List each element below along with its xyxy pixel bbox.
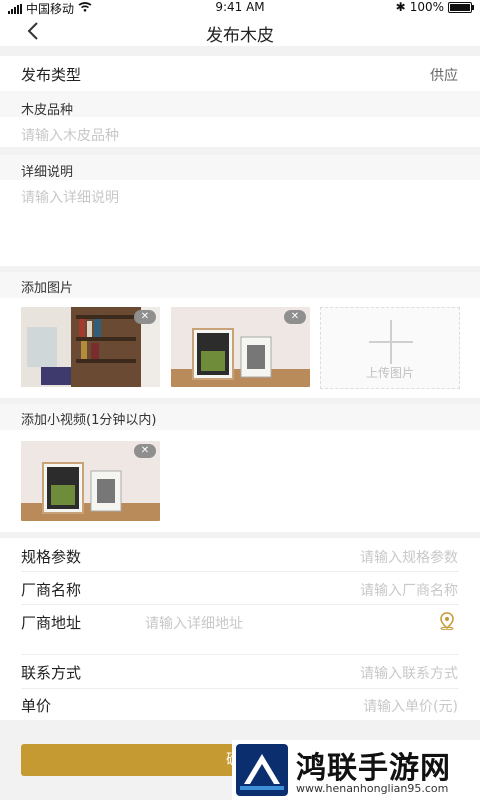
- plus-icon-vertical: [390, 320, 392, 364]
- address-input[interactable]: 请输入详细地址: [145, 613, 243, 633]
- manufacturer-label: 厂商名称: [21, 581, 82, 599]
- specs-label: 规格参数: [21, 548, 82, 566]
- specs-input[interactable]: 请输入规格参数: [360, 547, 458, 567]
- publish-type-value[interactable]: 供应: [430, 65, 458, 85]
- address-label: 厂商地址: [21, 614, 82, 632]
- description-label: 详细说明: [21, 165, 74, 180]
- video-area: ✕: [0, 430, 480, 532]
- page-title: 发布木皮: [206, 26, 274, 46]
- divider: [21, 571, 459, 572]
- watermark-logo-icon: [236, 744, 288, 796]
- upload-image-button[interactable]: 上传图片: [320, 307, 460, 389]
- video-header: 添加小视频(1分钟以内): [0, 404, 480, 430]
- price-label: 单价: [21, 697, 52, 715]
- publish-type-row[interactable]: 发布类型 供应: [0, 56, 480, 91]
- delete-video-button[interactable]: ✕: [134, 444, 156, 458]
- contact-input[interactable]: 请输入联系方式: [360, 663, 458, 683]
- veneer-variety-placeholder: 请输入木皮品种: [21, 128, 119, 144]
- video-label: 添加小视频(1分钟以内): [21, 413, 157, 428]
- status-bar: 中国移动 9:41 AM ✱ 100%: [0, 0, 480, 16]
- bluetooth-icon: ✱: [395, 0, 406, 14]
- images-label: 添加图片: [21, 281, 74, 296]
- watermark-url: www.henanhonglian95.com: [296, 782, 449, 795]
- veneer-variety-label: 木皮品种: [21, 103, 74, 118]
- image-thumb-2[interactable]: ✕: [171, 307, 310, 387]
- description-header: 详细说明: [0, 155, 480, 183]
- location-pin-icon[interactable]: [438, 612, 456, 634]
- divider: [21, 604, 459, 605]
- description-field[interactable]: 请输入详细说明: [0, 180, 480, 266]
- veneer-variety-field[interactable]: 请输入木皮品种: [0, 117, 480, 147]
- delete-image-2-button[interactable]: ✕: [284, 310, 306, 324]
- upload-image-label: 上传图片: [365, 366, 414, 380]
- contact-label: 联系方式: [21, 664, 82, 682]
- details-form: 规格参数 请输入规格参数 厂商名称 请输入厂商名称 厂商地址 请输入详细地址 联…: [0, 538, 480, 720]
- divider: [21, 688, 459, 689]
- divider: [21, 654, 459, 655]
- watermark-name: 鸿联手游网: [296, 751, 451, 786]
- battery-percent: 100%: [409, 0, 444, 14]
- battery-icon: [448, 1, 474, 13]
- delete-image-1-button[interactable]: ✕: [134, 310, 156, 324]
- images-grid: ✕ ✕ 上传图片: [0, 298, 480, 398]
- nav-bar: 发布木皮: [0, 16, 480, 46]
- manufacturer-input[interactable]: 请输入厂商名称: [360, 580, 458, 600]
- watermark: 鸿联手游网 www.henanhonglian95.com: [232, 740, 480, 800]
- images-header: 添加图片: [0, 272, 480, 298]
- image-thumb-1[interactable]: ✕: [21, 307, 160, 387]
- video-thumb[interactable]: ✕: [21, 441, 160, 521]
- price-input[interactable]: 请输入单价(元): [363, 696, 458, 716]
- description-placeholder: 请输入详细说明: [21, 190, 119, 206]
- publish-type-label: 发布类型: [21, 66, 82, 84]
